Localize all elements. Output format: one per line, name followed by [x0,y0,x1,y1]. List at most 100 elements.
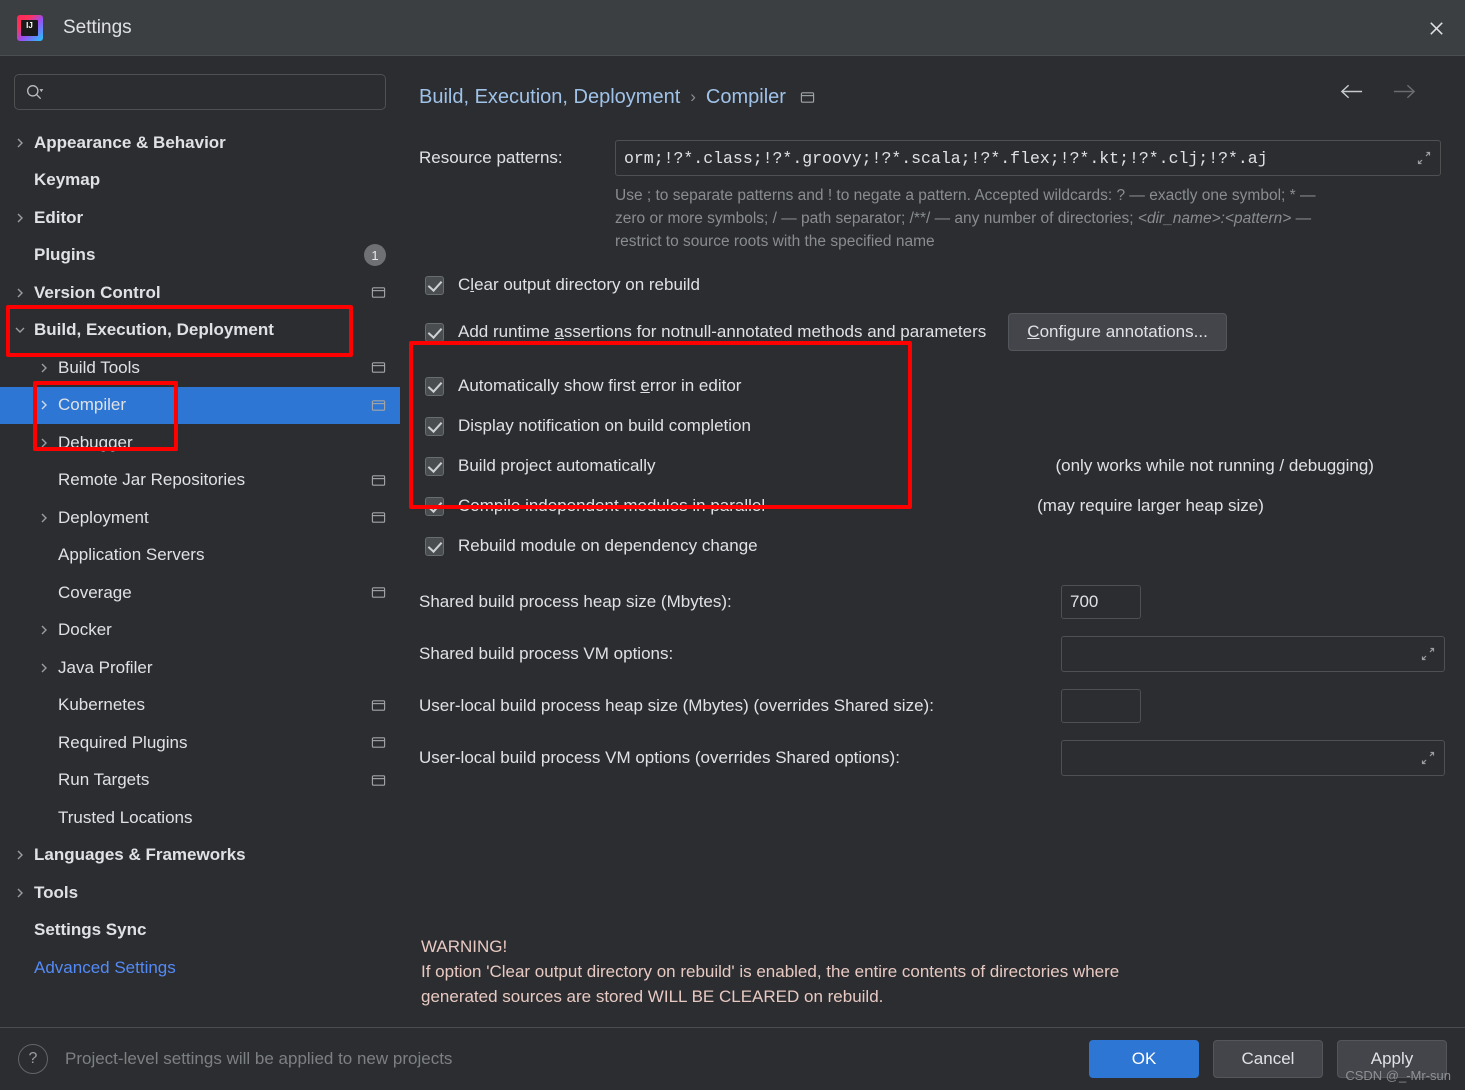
shared-heap-input[interactable] [1061,585,1141,619]
dialog-footer: ? Project-level settings will be applied… [0,1027,1465,1090]
sidebar-item-remote-jar-repositories[interactable]: Remote Jar Repositories [0,462,400,500]
configure-annotations-button[interactable]: Configure annotations... [1008,313,1227,351]
arrow-left-icon[interactable] [1339,81,1364,102]
chevron-right-icon[interactable] [38,624,58,636]
rebuild-module-checkbox[interactable] [425,536,444,556]
clear-output-checkbox[interactable] [425,275,444,295]
sidebar-item-label: Version Control [34,282,161,302]
sidebar-item-label: Appearance & Behavior [34,132,226,152]
compile-parallel-checkbox[interactable] [425,496,444,516]
user-vm-value[interactable] [1070,748,1416,768]
breadcrumb-parent[interactable]: Build, Execution, Deployment [419,86,680,109]
sidebar-item-debugger[interactable]: Debugger [0,424,400,462]
sidebar-item-label: Keymap [34,170,101,190]
chevron-right-icon[interactable] [38,362,58,374]
shared-vm-label: Shared build process VM options: [419,644,674,663]
sidebar-item-label: Tools [34,882,79,902]
sidebar-item-label: Advanced Settings [34,957,176,977]
sidebar-item-run-targets[interactable]: Run Targets [0,762,400,800]
warning-line-1: If option 'Clear output directory on reb… [421,962,1120,981]
settings-main-panel: Build, Execution, Deployment › Compiler [401,57,1465,1027]
chevron-right-icon[interactable] [14,137,34,149]
sidebar-item-kubernetes[interactable]: Kubernetes [0,687,400,725]
sidebar-item-tools[interactable]: Tools [0,874,400,912]
sidebar-item-label: Docker [58,620,112,640]
sidebar-item-label: Plugins [34,245,96,265]
help-line-3: restrict to source roots with the specif… [615,233,935,250]
arrow-right-icon[interactable] [1392,81,1417,102]
question-mark-icon[interactable]: ? [18,1044,48,1074]
help-line-2b: — [1291,210,1312,227]
sidebar-item-coverage[interactable]: Coverage [0,574,400,612]
sidebar-item-version-control[interactable]: Version Control [0,274,400,312]
navigation-arrows [1339,81,1417,102]
sidebar-item-label: Debugger [58,432,133,452]
settings-tree: Appearance & Behavior Keymap Editor Plugins… [0,124,400,987]
shared-vm-value[interactable] [1070,644,1416,664]
sidebar-item-advanced-settings[interactable]: Advanced Settings [0,949,400,987]
breadcrumb-separator: › [690,87,696,106]
cancel-button[interactable]: Cancel [1213,1040,1323,1078]
field-row-user-vm: User-local build process VM options (ove… [419,732,1445,784]
sidebar-item-label: Deployment [58,507,149,527]
chevron-right-icon[interactable] [14,212,34,224]
sidebar-item-build-execution-deployment[interactable]: Build, Execution, Deployment [0,312,400,350]
sidebar-item-plugins[interactable]: Plugins 1 [0,237,400,275]
chevron-right-icon[interactable] [38,399,58,411]
display-notification-checkbox[interactable] [425,416,444,436]
shared-vm-input[interactable] [1061,636,1445,672]
build-auto-checkbox[interactable] [425,456,444,476]
settings-dialog: Settings Appearance & Behavior Keymap Edit… [0,0,1465,1090]
chevron-right-icon[interactable] [14,887,34,899]
project-scope-icon [371,360,386,375]
field-row-user-heap: User-local build process heap size (Mbyt… [419,680,1445,732]
sidebar-item-languages-frameworks[interactable]: Languages & Frameworks [0,837,400,875]
help-line-2a: zero or more symbols; / — path separator… [615,210,1138,227]
sidebar-item-keymap[interactable]: Keymap [0,162,400,200]
chevron-right-icon[interactable] [38,437,58,449]
sidebar-item-label: Kubernetes [58,695,145,715]
auto-show-error-checkbox[interactable] [425,376,444,396]
add-assertions-checkbox[interactable] [425,322,444,342]
sidebar-item-java-profiler[interactable]: Java Profiler [0,649,400,687]
ok-button[interactable]: OK [1089,1040,1199,1078]
chevron-down-icon[interactable] [14,324,34,336]
chevron-right-icon[interactable] [14,287,34,299]
apply-button[interactable]: Apply [1337,1040,1447,1078]
sidebar-item-required-plugins[interactable]: Required Plugins [0,724,400,762]
sidebar-item-trusted-locations[interactable]: Trusted Locations [0,799,400,837]
sidebar-item-label: Coverage [58,582,132,602]
chevron-right-icon[interactable] [14,849,34,861]
expand-icon[interactable] [1416,750,1436,766]
sidebar-item-label: Compiler [58,395,127,415]
chevron-right-icon[interactable] [38,662,58,674]
resource-patterns-value: orm;!?*.class;!?*.groovy;!?*.scala;!?*.f… [624,148,1268,168]
user-vm-input[interactable] [1061,740,1445,776]
expand-icon[interactable] [1412,150,1432,166]
search-input[interactable] [50,83,375,101]
window-title: Settings [63,16,132,38]
sidebar-item-compiler[interactable]: Compiler [0,386,400,424]
help-line-1: Use ; to separate patterns and ! to nega… [615,187,1316,204]
sidebar-item-editor[interactable]: Editor [0,199,400,237]
project-scope-icon [371,285,386,300]
sidebar-item-deployment[interactable]: Deployment [0,499,400,537]
search-box[interactable] [14,74,386,110]
checkbox-row-clear-output: Clear output directory on rebuild [425,265,1445,305]
resource-patterns-input[interactable]: orm;!?*.class;!?*.groovy;!?*.scala;!?*.f… [615,140,1441,176]
sidebar-item-application-servers[interactable]: Application Servers [0,537,400,575]
settings-sidebar: Appearance & Behavior Keymap Editor Plugins… [0,57,400,1027]
sidebar-item-build-tools[interactable]: Build Tools [0,349,400,387]
breadcrumb-current: Compiler [705,85,786,108]
sidebar-item-appearance-behavior[interactable]: Appearance & Behavior [0,124,400,162]
close-icon[interactable] [1407,0,1465,56]
sidebar-item-docker[interactable]: Docker [0,612,400,650]
sidebar-item-settings-sync[interactable]: Settings Sync [0,912,400,950]
sidebar-item-label: Java Profiler [58,657,153,677]
expand-icon[interactable] [1416,646,1436,662]
sidebar-item-label: Required Plugins [58,732,188,752]
user-heap-input[interactable] [1061,689,1141,723]
rebuild-module-label: Rebuild module on dependency change [458,536,758,555]
checkbox-row-compile-parallel: Compile independent modules in parallel … [425,486,1445,526]
chevron-right-icon[interactable] [38,512,58,524]
